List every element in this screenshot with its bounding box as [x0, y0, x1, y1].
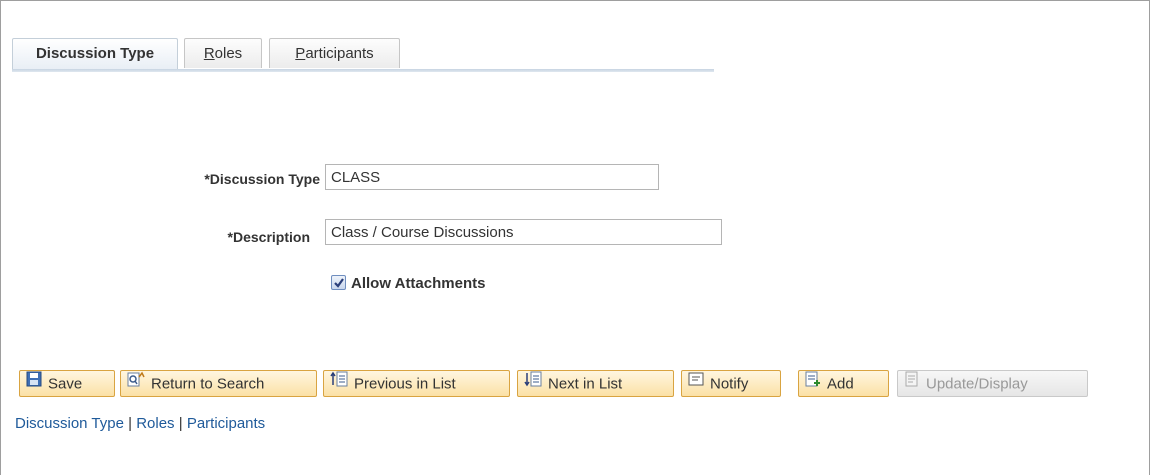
previous-in-list-label: Previous in List: [354, 375, 456, 393]
return-to-search-button[interactable]: Return to Search: [120, 370, 317, 397]
save-icon: [26, 370, 42, 395]
tab-roles-label-accelerator: R: [203, 45, 215, 62]
save-label: Save: [48, 375, 83, 393]
tab-bar: Discussion Type Roles Participants: [12, 38, 714, 70]
link-participants[interactable]: Participants: [187, 415, 265, 432]
next-in-list-icon: [524, 370, 542, 395]
tab-discussion-type-label: Discussion Type: [35, 45, 155, 62]
previous-in-list-icon: [330, 370, 348, 395]
bottom-page-links: Discussion Type | Roles | Participants: [15, 415, 265, 432]
update-display-label: Update/Display: [926, 375, 1028, 393]
add-button[interactable]: Add: [798, 370, 889, 397]
description-field[interactable]: [325, 219, 722, 245]
next-in-list-label: Next in List: [548, 375, 623, 393]
tab-roles-label: Roles: [203, 45, 243, 62]
description-label: *Description: [227, 229, 310, 245]
allow-attachments-label: Allow Attachments: [351, 275, 486, 292]
notify-button[interactable]: Notify: [681, 370, 781, 397]
discussion-type-field[interactable]: [325, 164, 659, 190]
allow-attachments-checkbox[interactable]: [331, 275, 346, 290]
discussion-type-label: *Discussion Type: [204, 171, 320, 187]
tab-underline: [12, 69, 714, 72]
add-label: Add: [827, 375, 854, 393]
tab-discussion-type[interactable]: Discussion Type: [12, 38, 178, 70]
next-in-list-button[interactable]: Next in List: [517, 370, 674, 397]
save-button[interactable]: Save: [19, 370, 115, 397]
tab-roles[interactable]: Roles: [184, 38, 262, 68]
update-display-icon: [904, 370, 920, 395]
notify-label: Notify: [710, 375, 749, 393]
link-roles[interactable]: Roles: [136, 415, 174, 432]
return-to-search-icon: [127, 370, 145, 395]
add-icon: [805, 370, 821, 395]
link-discussion-type[interactable]: Discussion Type: [15, 415, 124, 432]
update-display-button[interactable]: Update/Display: [897, 370, 1088, 397]
link-separator: |: [178, 415, 183, 432]
checkmark-icon: [334, 278, 344, 288]
tab-participants-label: Participants: [295, 45, 374, 62]
notify-icon: [688, 370, 704, 395]
link-separator: |: [128, 415, 133, 432]
return-to-search-label: Return to Search: [151, 375, 265, 393]
previous-in-list-button[interactable]: Previous in List: [323, 370, 510, 397]
tab-participants[interactable]: Participants: [269, 38, 400, 68]
tab-participants-label-accelerator: P: [295, 45, 306, 62]
